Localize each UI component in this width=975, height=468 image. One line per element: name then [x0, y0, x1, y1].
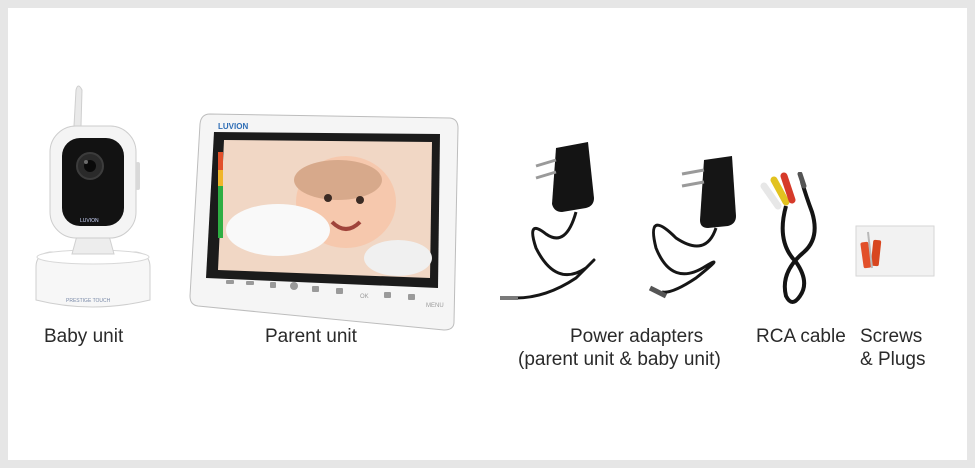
power-adapters-caption-line2: (parent unit & baby unit) — [518, 349, 721, 370]
rca-cable-image — [756, 172, 836, 312]
parent-unit-brand: LUVION — [218, 122, 249, 131]
product-contents-panel: LUVION PRESTIGE TOUCH Baby unit LUVION O… — [8, 8, 967, 460]
rca-cable-caption: RCA cable — [756, 326, 846, 347]
baby-unit-front-label: LUVION — [80, 218, 99, 224]
parent-unit-ok-button: OK — [360, 294, 369, 300]
screws-plugs-caption-line1: Screws — [860, 326, 923, 347]
parent-unit-caption: Parent unit — [265, 326, 357, 347]
parent-unit-menu-button: MENU — [426, 303, 444, 309]
baby-unit-base-label: PRESTIGE TOUCH — [66, 298, 111, 304]
power-adapters-image — [496, 138, 746, 308]
baby-unit-caption: Baby unit — [44, 326, 124, 347]
baby-unit-image: LUVION PRESTIGE TOUCH — [32, 82, 154, 314]
screws-plugs-image — [854, 222, 936, 280]
screws-plugs-caption-line2: & Plugs — [860, 349, 926, 370]
power-adapters-caption-line1: Power adapters — [570, 326, 704, 347]
parent-unit-image: LUVION OK MENU — [188, 110, 460, 332]
